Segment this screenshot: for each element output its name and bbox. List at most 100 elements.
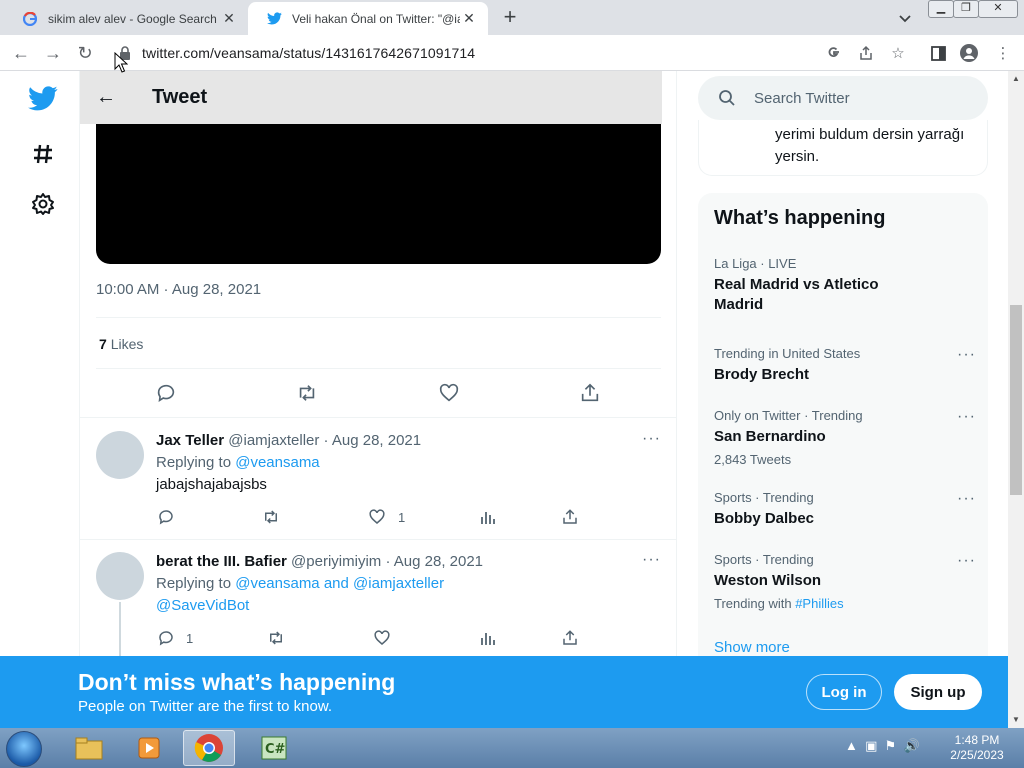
- kebab-menu-icon[interactable]: ⋮: [994, 44, 1012, 62]
- settings-gear-icon[interactable]: [28, 189, 58, 219]
- page-scrollbar[interactable]: ▲ ▼: [1008, 71, 1024, 728]
- more-options-icon[interactable]: ···: [642, 430, 661, 448]
- search-box[interactable]: Search Twitter: [698, 76, 988, 120]
- csharp-ide-icon[interactable]: C#: [248, 730, 300, 766]
- thread-line: [119, 602, 121, 656]
- share-icon[interactable]: [857, 44, 875, 62]
- replying-to: Replying to @veansama: [156, 454, 320, 471]
- reply-icon[interactable]: [156, 628, 176, 648]
- hashtag-link[interactable]: #Phillies: [795, 596, 843, 611]
- like-heart-icon[interactable]: [367, 507, 387, 527]
- back-arrow-icon[interactable]: ←: [96, 86, 118, 109]
- tab-google-search[interactable]: sikim alev alev - Google Search ✕: [4, 2, 248, 35]
- back-arrow-icon[interactable]: ←: [10, 42, 32, 64]
- mention-link[interactable]: @veansama: [235, 454, 319, 471]
- mention-link[interactable]: @SaveVidBot: [156, 597, 249, 614]
- section-title: What’s happening: [714, 207, 886, 229]
- more-options-icon[interactable]: ···: [642, 551, 661, 569]
- like-heart-icon[interactable]: [437, 381, 461, 405]
- scroll-down-arrow-icon[interactable]: ▼: [1008, 712, 1024, 728]
- more-options-icon[interactable]: ···: [957, 346, 976, 364]
- reply-tweet[interactable]: berat the III. Bafier @periyimiyim · Aug…: [80, 540, 677, 656]
- share-icon[interactable]: [560, 507, 580, 527]
- forward-arrow-icon[interactable]: →: [42, 42, 64, 64]
- profile-avatar-icon[interactable]: [960, 44, 978, 62]
- address-bar[interactable]: twitter.com/veansama/status/143161764267…: [110, 39, 820, 67]
- author-handle[interactable]: @iamjaxteller · Aug 28, 2021: [228, 432, 421, 449]
- window-close-button[interactable]: ✕: [978, 0, 1018, 18]
- login-banner: Don’t miss what’s happening People on Tw…: [0, 656, 1008, 728]
- tab-title: Veli hakan Önal on Twitter: "@iam: [292, 11, 460, 26]
- reply-icon[interactable]: [154, 381, 178, 405]
- explore-hashtag-icon[interactable]: [28, 139, 58, 169]
- likes-link[interactable]: 7 Likes: [99, 336, 143, 352]
- mention-link[interactable]: @veansama and @iamjaxteller: [235, 575, 444, 592]
- column-header: ← Tweet: [80, 71, 662, 124]
- main-column: ← Tweet 10:00 AM · Aug 28, 2021 7 Likes: [79, 71, 677, 656]
- trend-item[interactable]: Only on Twitter · Trending San Bernardin…: [714, 408, 976, 467]
- media-player-icon[interactable]: [123, 730, 175, 766]
- more-options-icon[interactable]: ···: [957, 408, 976, 426]
- search-icon: [719, 90, 735, 106]
- more-options-icon[interactable]: ···: [957, 490, 976, 508]
- google-lens-icon[interactable]: [825, 44, 843, 62]
- trend-item[interactable]: Sports · Trending Weston Wilson Trending…: [714, 552, 976, 611]
- show-more-link[interactable]: Show more: [714, 639, 790, 656]
- share-icon[interactable]: [578, 381, 602, 405]
- tweet-actions: [96, 381, 662, 409]
- tweet-media[interactable]: [96, 124, 661, 264]
- windows-start-button[interactable]: [6, 731, 42, 767]
- likes-count: 7: [99, 336, 107, 352]
- tab-search-chevron-icon[interactable]: [896, 9, 914, 27]
- close-tab-icon[interactable]: ✕: [460, 10, 478, 27]
- reload-icon[interactable]: ↻: [74, 42, 96, 64]
- new-tab-button[interactable]: +: [496, 5, 524, 29]
- trend-name: San Bernardino: [714, 428, 826, 445]
- clock-date: 2/25/2023: [950, 748, 1004, 762]
- retweet-icon[interactable]: [266, 628, 286, 648]
- taskbar-clock[interactable]: 1:48 PM 2/25/2023: [944, 733, 1010, 763]
- trend-item[interactable]: Sports · Trending Bobby Dalbec ···: [714, 490, 976, 529]
- retweet-icon[interactable]: [295, 381, 319, 405]
- reply-author: Jax Teller @iamjaxteller · Aug 28, 2021: [156, 432, 421, 449]
- twitter-page: ← Tweet 10:00 AM · Aug 28, 2021 7 Likes: [0, 71, 1008, 656]
- reply-text: jabajshajabajsbs: [156, 476, 267, 493]
- signup-button[interactable]: Sign up: [894, 674, 982, 710]
- analytics-icon[interactable]: [478, 628, 498, 648]
- analytics-icon[interactable]: [478, 507, 498, 527]
- like-heart-icon[interactable]: [372, 628, 392, 648]
- scroll-up-arrow-icon[interactable]: ▲: [1008, 71, 1024, 87]
- minimize-button[interactable]: ▁: [928, 0, 954, 18]
- trend-meta: Sports · Trending: [714, 490, 814, 505]
- author-handle[interactable]: @periyimiyim · Aug 28, 2021: [291, 553, 483, 570]
- more-options-icon[interactable]: ···: [957, 552, 976, 570]
- close-tab-icon[interactable]: ✕: [220, 10, 238, 27]
- chrome-icon[interactable]: [183, 730, 235, 766]
- browser-tabbar: sikim alev alev - Google Search ✕ Veli h…: [0, 0, 1024, 35]
- retweet-icon[interactable]: [261, 507, 281, 527]
- tweet-timestamp[interactable]: 10:00 AM · Aug 28, 2021: [96, 281, 261, 298]
- avatar[interactable]: [96, 552, 144, 600]
- reply-tweet[interactable]: Jax Teller @iamjaxteller · Aug 28, 2021 …: [80, 418, 677, 539]
- author-name[interactable]: Jax Teller: [156, 432, 224, 449]
- reply-icon[interactable]: [156, 507, 176, 527]
- share-icon[interactable]: [560, 628, 580, 648]
- trend-item[interactable]: Trending in United States Brody Brecht ·…: [714, 346, 976, 385]
- author-name[interactable]: berat the III. Bafier: [156, 553, 287, 570]
- restore-button[interactable]: ❐: [953, 0, 979, 18]
- login-button[interactable]: Log in: [806, 674, 882, 710]
- whats-happening-panel: What’s happening La Liga · LIVE Real Mad…: [698, 193, 988, 656]
- avatar[interactable]: [96, 431, 144, 479]
- twitter-logo-icon[interactable]: [28, 83, 58, 113]
- bookmark-star-icon[interactable]: ☆: [889, 44, 907, 62]
- file-explorer-icon[interactable]: [63, 730, 115, 766]
- side-panel-icon[interactable]: [929, 44, 947, 62]
- browser-toolbar: ← → ↻ twitter.com/veansama/status/143161…: [0, 35, 1024, 71]
- trend-item[interactable]: La Liga · LIVE Real Madrid vs Atletico M…: [714, 256, 976, 315]
- tab-twitter[interactable]: Veli hakan Önal on Twitter: "@iam ✕: [248, 2, 488, 35]
- banner-subline: People on Twitter are the first to know.: [78, 698, 333, 715]
- system-tray-icons[interactable]: ▲ ▣ ⚑ 🔊: [845, 738, 920, 754]
- banner-headline: Don’t miss what’s happening: [78, 669, 396, 695]
- scrollbar-thumb[interactable]: [1010, 305, 1022, 495]
- google-icon: [22, 11, 38, 27]
